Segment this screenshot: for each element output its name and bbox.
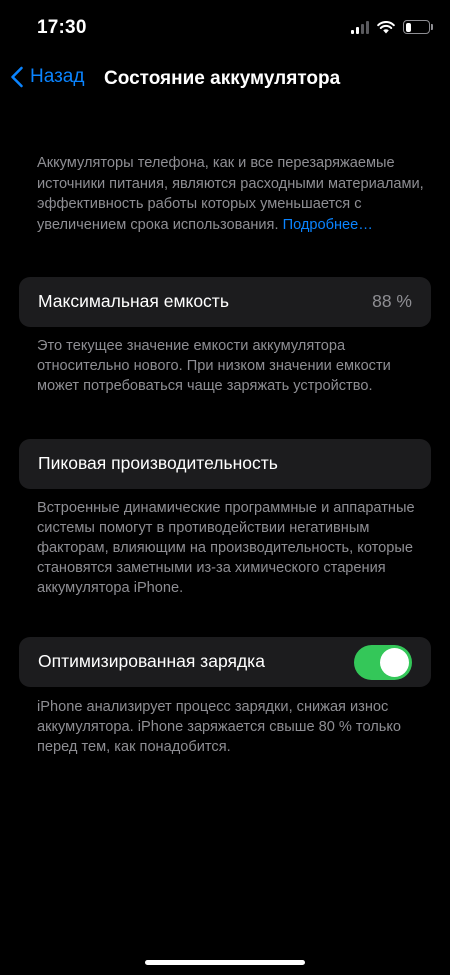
battery-icon — [403, 20, 433, 34]
toggle-knob — [380, 648, 409, 677]
max-capacity-value: 88 % — [372, 291, 412, 311]
status-bar: 17:30 — [0, 0, 450, 56]
cellular-signal-icon — [351, 20, 369, 34]
navigation-bar: Назад Состояние аккумулятора — [0, 56, 450, 104]
status-icons — [351, 20, 433, 34]
peak-performance-footer: Встроенные динамические программные и ап… — [37, 500, 415, 596]
max-capacity-footer: Это текущее значение емкости аккумулятор… — [37, 338, 391, 394]
page-title: Состояние аккумулятора — [104, 68, 341, 89]
learn-more-link[interactable]: Подробнее… — [283, 217, 373, 233]
max-capacity-cell: Максимальная емкость 88 % — [19, 277, 431, 327]
intro-description: Аккумуляторы телефона, как и все перезар… — [37, 153, 427, 235]
optimized-charging-label: Оптимизированная зарядка — [38, 651, 265, 671]
optimized-charging-footer: iPhone анализирует процесс зарядки, сниж… — [37, 699, 402, 755]
wifi-icon — [377, 20, 395, 33]
peak-performance-cell: Пиковая производительность — [19, 439, 431, 489]
back-button-label: Назад — [30, 66, 85, 87]
back-button[interactable]: Назад — [10, 66, 84, 88]
optimized-charging-toggle[interactable] — [354, 645, 412, 680]
peak-performance-label: Пиковая производительность — [38, 453, 278, 473]
chevron-left-icon — [11, 66, 23, 88]
home-indicator[interactable] — [145, 960, 305, 965]
optimized-charging-cell: Оптимизированная зарядка — [19, 637, 431, 687]
battery-fill — [405, 22, 411, 32]
max-capacity-label: Максимальная емкость — [38, 291, 229, 311]
status-time: 17:30 — [37, 17, 87, 38]
